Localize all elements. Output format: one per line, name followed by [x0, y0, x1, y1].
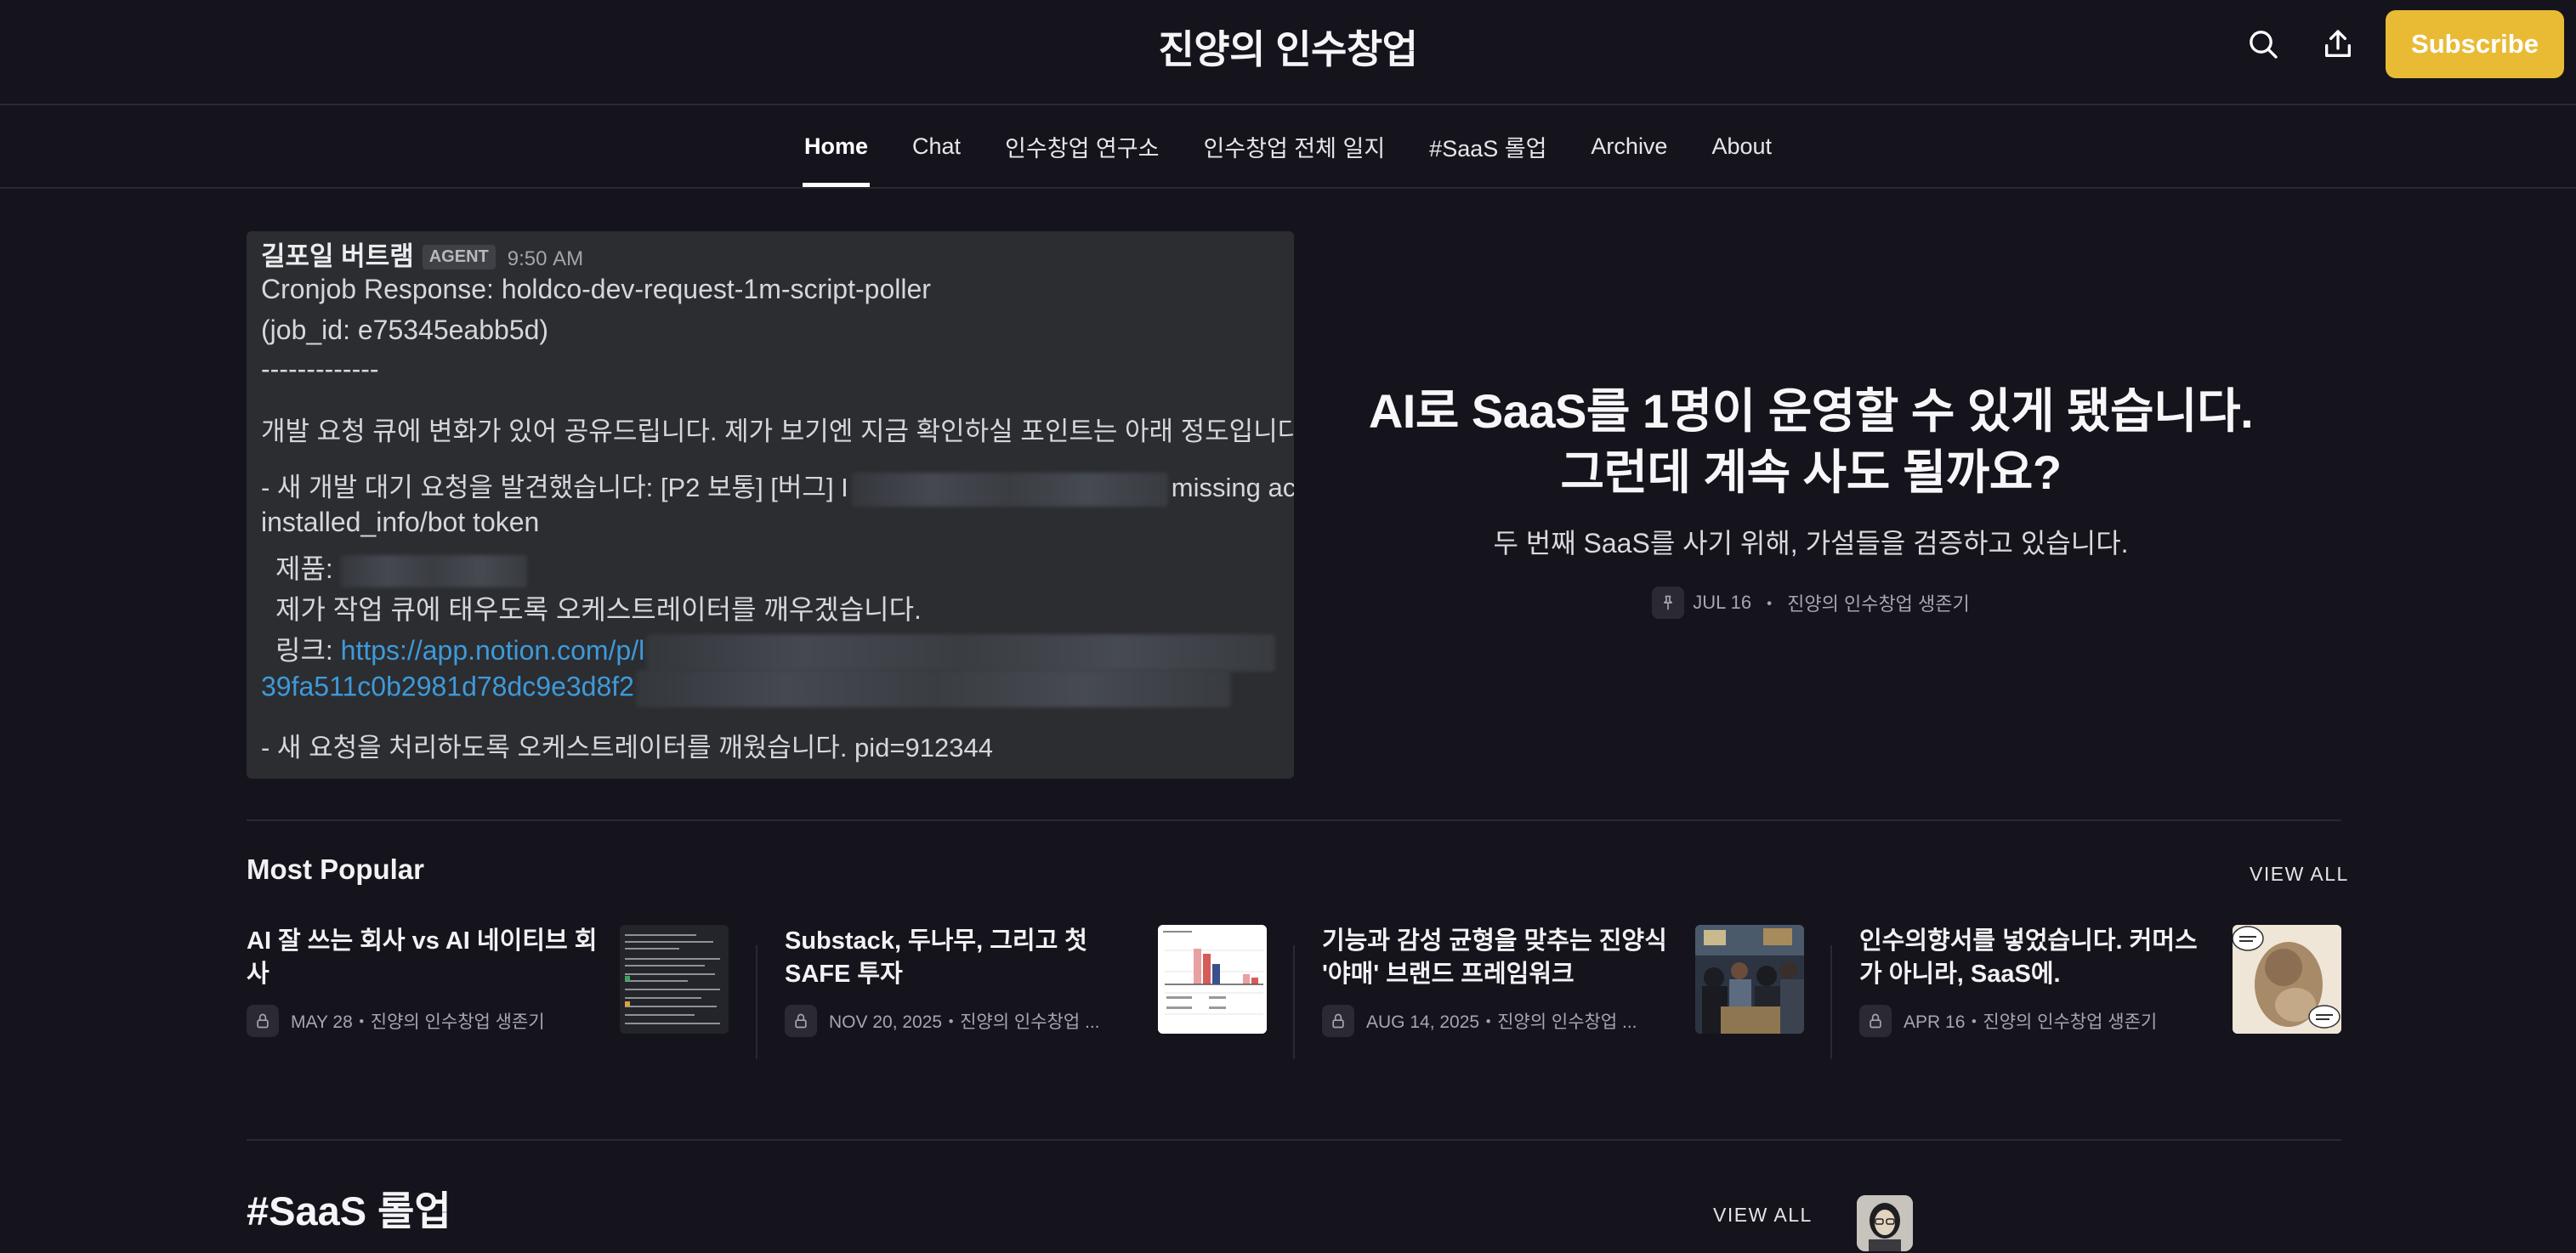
meta-separator: ・	[1965, 1012, 1983, 1032]
most-popular-heading: Most Popular	[247, 853, 425, 885]
popular-post-thumbnail[interactable]	[1695, 925, 1804, 1034]
slack-text-line: -------------	[261, 354, 379, 384]
popular-post-card[interactable]: 인수의향서를 넣었습니다. 커머스가 아니라, SaaS에. APR 16・진양…	[1859, 925, 2341, 1061]
hero-post-author[interactable]: 진양의 인수창업 생존기	[1787, 589, 1970, 616]
nav-item-acquisition-journal[interactable]: 인수창업 전체 일지	[1201, 105, 1387, 187]
popular-post-title[interactable]: Substack, 두나무, 그리고 첫 SAFE 투자	[785, 925, 1142, 991]
slack-agent-badge: AGENT	[422, 245, 496, 269]
popular-post-author[interactable]: 진양의 인수창업 생존기	[1983, 1012, 2157, 1032]
hero-title-line: 그런데 계속 사도 될까요?	[1560, 445, 2062, 499]
site-title[interactable]: 진양의 인수창업	[0, 19, 2576, 75]
slack-text-line: - 새 요청을 처리하도록 오케스트레이터를 깨웠습니다. pid=912344	[261, 733, 993, 763]
slack-text-line: installed_info/bot token	[261, 507, 540, 537]
section-divider	[247, 819, 2341, 821]
slack-text-segment: 링크:	[275, 635, 341, 666]
redacted-blur	[646, 633, 1276, 672]
popular-post-thumbnail[interactable]	[2233, 925, 2341, 1034]
slack-message-header: 길포일 버트램 AGENT 9:50 AM	[261, 235, 583, 273]
popular-post-meta: AUG 14, 2025・진양의 인수창업 ...	[1322, 1005, 1637, 1037]
meta-separator: ・	[352, 1012, 371, 1032]
slack-text-line: 개발 요청 큐에 변화가 있어 공유드립니다. 제가 보기엔 지금 확인하실 포…	[261, 417, 1294, 446]
slack-timestamp: 9:50 AM	[507, 247, 584, 270]
slack-text-line: Cronjob Response: holdco-dev-request-1m-…	[261, 274, 931, 304]
nav-item-home[interactable]: Home	[802, 105, 871, 187]
popular-post-author[interactable]: 진양의 인수창업 생존기	[371, 1012, 545, 1032]
hero-post-title[interactable]: AI로 SaaS를 1명이 운영할 수 있게 됐습니다. 그런데 계속 사도 될…	[1343, 381, 2278, 503]
main-nav: Home Chat 인수창업 연구소 인수창업 전체 일지 #SaaS 롤업 A…	[0, 105, 2576, 189]
subscribe-button[interactable]: Subscribe	[2386, 10, 2564, 78]
slack-text-line: 링크: https://app.notion.com/p/l	[275, 629, 1276, 672]
redacted-blur	[339, 554, 527, 587]
popular-post-title[interactable]: 기능과 감성 균형을 맞추는 진양식 '야매' 브랜드 프레임워크	[1322, 925, 1679, 991]
hero-post-subtitle: 두 번째 SaaS를 사기 위해, 가설들을 검증하고 있습니다.	[1493, 528, 2129, 558]
popular-post-thumbnail[interactable]	[620, 925, 729, 1034]
popular-post-meta: MAY 28・진양의 인수창업 생존기	[247, 1005, 545, 1037]
nav-item-saas-rollup[interactable]: #SaaS 롤업	[1427, 105, 1548, 187]
site-header: 진양의 인수창업 Subscribe	[0, 0, 2576, 105]
saas-rollup-heading[interactable]: #SaaS 롤업	[247, 1178, 451, 1237]
slack-text-line: 제가 작업 큐에 태우도록 오케스트레이터를 깨우겠습니다.	[275, 594, 922, 625]
popular-post-title[interactable]: 인수의향서를 넣었습니다. 커머스가 아니라, SaaS에.	[1859, 925, 2216, 991]
lock-icon	[247, 1005, 279, 1037]
popular-post-author[interactable]: 진양의 인수창업 ...	[960, 1012, 1099, 1032]
slack-text-segment: - 새 개발 대기 요청을 발견했습니다: [P2 보통] [버그] I	[261, 473, 848, 502]
popular-post-date: APR 16	[1904, 1012, 1966, 1032]
hero-title-line: AI로 SaaS를 1명이 운영할 수 있게 됐습니다.	[1368, 384, 2254, 438]
redacted-blur	[851, 472, 1168, 507]
slack-link: 39fa511c0b2981d78dc9e3d8f2	[261, 671, 634, 702]
popular-post-date: NOV 20, 2025	[829, 1012, 943, 1032]
slack-text-segment: 제품:	[275, 553, 333, 584]
nav-item-acquisition-lab[interactable]: 인수창업 연구소	[1003, 105, 1160, 187]
meta-separator: ・	[1479, 1012, 1498, 1032]
slack-text-segment: missing ac	[1171, 473, 1294, 502]
card-divider	[1830, 945, 1832, 1059]
share-icon[interactable]	[2316, 22, 2360, 66]
popular-post-meta: NOV 20, 2025・진양의 인수창업 ...	[785, 1005, 1100, 1037]
slack-text-line: - 새 개발 대기 요청을 발견했습니다: [P2 보통] [버그] I miss…	[261, 466, 1294, 507]
search-icon[interactable]	[2241, 22, 2285, 66]
saas-rollup-view-all-link[interactable]: VIEW ALL	[1713, 1204, 1813, 1227]
slack-text-line: 제품:	[275, 547, 527, 587]
hero-post-date: JUL 16	[1693, 592, 1752, 613]
meta-separator: ・	[1760, 593, 1779, 615]
slack-text-line: 39fa511c0b2981d78dc9e3d8f2	[261, 670, 1231, 707]
popular-post-meta: APR 16・진양의 인수창업 생존기	[1859, 1005, 2157, 1037]
popular-post-title[interactable]: AI 잘 쓰는 회사 vs AI 네이티브 회사	[247, 925, 604, 991]
popular-post-author[interactable]: 진양의 인수창업 ...	[1497, 1012, 1637, 1032]
popular-post-date: AUG 14, 2025	[1366, 1012, 1480, 1032]
author-avatar[interactable]	[1857, 1195, 1913, 1251]
nav-item-chat[interactable]: Chat	[911, 105, 962, 187]
card-divider	[756, 945, 757, 1059]
meta-separator: ・	[942, 1012, 961, 1032]
redacted-blur	[635, 670, 1231, 707]
section-divider	[247, 1139, 2341, 1141]
popular-post-card[interactable]: AI 잘 쓰는 회사 vs AI 네이티브 회사 MAY 28・진양의 인수창업…	[247, 925, 729, 1061]
slack-link: https://app.notion.com/p/l	[340, 635, 645, 666]
popular-post-card[interactable]: 기능과 감성 균형을 맞추는 진양식 '야매' 브랜드 프레임워크 AUG 14…	[1322, 925, 1804, 1061]
popular-post-thumbnail[interactable]	[1158, 925, 1267, 1034]
lock-icon	[785, 1005, 817, 1037]
nav-item-about[interactable]: About	[1710, 105, 1773, 187]
hero-post-image[interactable]: 길포일 버트램 AGENT 9:50 AM Cronjob Response: ho…	[247, 231, 1294, 779]
slack-author-name: 길포일 버트램	[261, 241, 414, 271]
most-popular-view-all-link[interactable]: VIEW ALL	[2250, 863, 2349, 886]
popular-post-date: MAY 28	[291, 1012, 353, 1032]
popular-post-card[interactable]: Substack, 두나무, 그리고 첫 SAFE 투자 NOV 20, 202…	[785, 925, 1267, 1061]
nav-item-archive[interactable]: Archive	[1589, 105, 1669, 187]
card-divider	[1293, 945, 1295, 1059]
lock-icon	[1322, 1005, 1354, 1037]
pin-icon	[1652, 587, 1685, 619]
hero-post: AI로 SaaS를 1명이 운영할 수 있게 됐습니다. 그런데 계속 사도 될…	[1343, 381, 2278, 619]
lock-icon	[1859, 1005, 1892, 1037]
slack-text-line: (job_id: e75345eabb5d)	[261, 315, 549, 345]
hero-post-meta: JUL 16 ・ 진양의 인수창업 생존기	[1343, 587, 2278, 619]
